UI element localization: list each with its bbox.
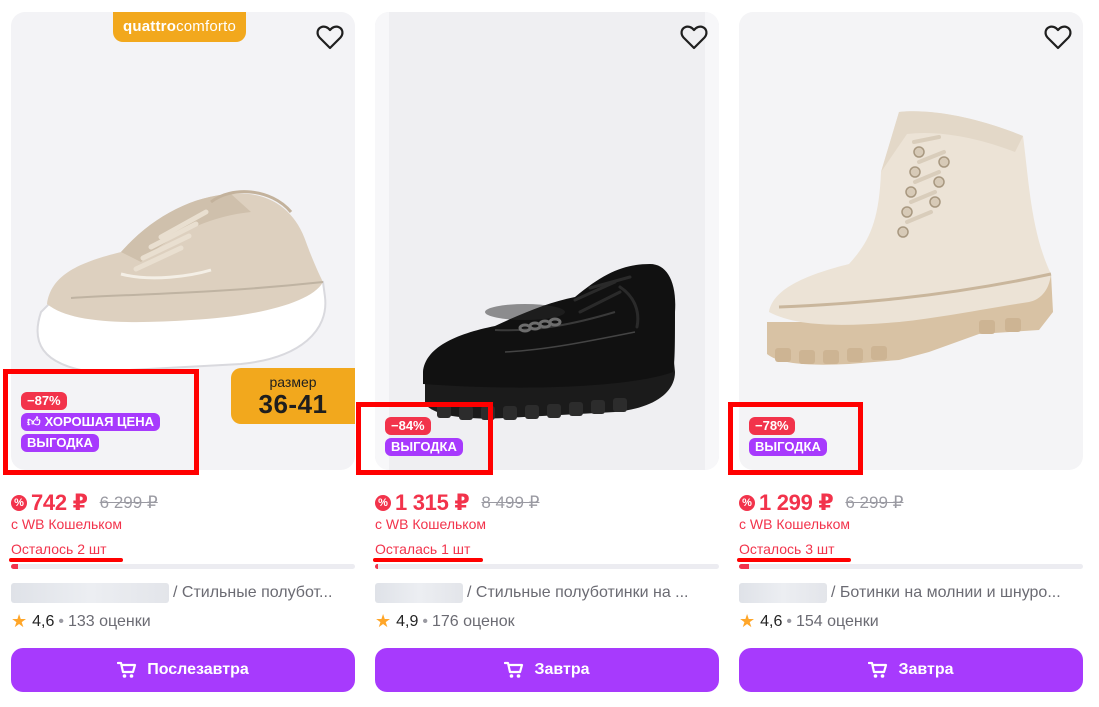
current-price: 1 315 ₽ (395, 490, 470, 515)
delivery-label: Послезавтра (147, 661, 249, 678)
annotation-underline (737, 558, 851, 562)
product-name: / Стильные полуботинки на ... (467, 584, 689, 601)
wallet-discount-icon: % (375, 495, 391, 511)
rating-value: 4,6 (760, 612, 783, 630)
current-price: 1 299 ₽ (759, 490, 834, 515)
favorite-heart-icon[interactable] (1043, 22, 1073, 52)
annotation-box (356, 402, 493, 475)
rating-value: 4,9 (396, 612, 419, 630)
stock-bar-fill (11, 564, 18, 569)
stock-note: Осталось 2 шт (11, 541, 107, 557)
product-name: / Ботинки на молнии и шнуро... (831, 584, 1061, 601)
rating-row: ★ 4,9 • 176 оценок (375, 611, 515, 632)
reviews-count: 176 оценок (432, 612, 515, 630)
stock-note: Осталась 1 шт (375, 541, 471, 557)
wallet-note: с WB Кошельком (11, 516, 122, 532)
stock-bar (739, 564, 1083, 569)
size-badge-range: 36-41 (258, 389, 328, 419)
product-name: / Стильные полубот... (173, 584, 333, 601)
cart-icon (868, 661, 888, 678)
old-price: 6 299 ₽ (845, 493, 904, 512)
old-price: 6 299 ₽ (99, 493, 158, 512)
product-title[interactable]: / Стильные полубот... (11, 582, 355, 604)
reviews-count: 133 оценки (68, 612, 151, 630)
add-to-cart-button[interactable]: Завтра (739, 648, 1083, 692)
cart-icon (504, 661, 524, 678)
product-title[interactable]: / Ботинки на молнии и шнуро... (739, 582, 1083, 604)
annotation-box (728, 402, 863, 475)
wallet-discount-icon: % (11, 495, 27, 511)
size-badge-label: размер (269, 374, 317, 390)
brand-name-blurred (375, 583, 463, 603)
brand-name-blurred (11, 583, 169, 603)
favorite-heart-icon[interactable] (315, 22, 345, 52)
wallet-discount-icon: % (739, 495, 755, 511)
old-price: 8 499 ₽ (481, 493, 540, 512)
delivery-label: Завтра (534, 661, 590, 678)
delivery-label: Завтра (898, 661, 954, 678)
wallet-note: с WB Кошельком (375, 516, 486, 532)
add-to-cart-button[interactable]: Послезавтра (11, 648, 355, 692)
star-icon: ★ (11, 611, 28, 631)
separator-dot: • (58, 612, 64, 630)
stock-bar-fill (739, 564, 750, 569)
product-title[interactable]: / Стильные полуботинки на ... (375, 582, 719, 604)
annotation-box (3, 369, 199, 475)
product-card[interactable]: quattrocomforto размер 36-41 −87% 👍︎ ХОРО… (3, 12, 355, 702)
brand-name-blurred (739, 583, 827, 603)
rating-row: ★ 4,6 • 133 оценки (11, 611, 151, 632)
reviews-count: 154 оценки (796, 612, 879, 630)
favorite-heart-icon[interactable] (679, 22, 709, 52)
price-row: % 1 299 ₽ 6 299 ₽ (739, 490, 903, 516)
stock-note: Осталось 3 шт (739, 541, 835, 557)
separator-dot: • (786, 612, 792, 630)
annotation-underline (9, 558, 123, 562)
star-icon: ★ (739, 611, 756, 631)
product-card[interactable]: −84% ВЫГОДКА % 1 315 ₽ 8 499 ₽ с WB Коше… (356, 12, 719, 702)
product-card[interactable]: −78% ВЫГОДКА % 1 299 ₽ 6 299 ₽ с WB Коше… (728, 12, 1083, 702)
size-badge: размер 36-41 (231, 368, 355, 424)
rating-row: ★ 4,6 • 154 оценки (739, 611, 879, 632)
annotation-underline (373, 558, 483, 562)
cart-icon (117, 661, 137, 678)
rating-value: 4,6 (32, 612, 55, 630)
current-price: 742 ₽ (31, 490, 88, 515)
stock-bar (375, 564, 719, 569)
stock-bar-fill (375, 564, 379, 569)
price-row: % 742 ₽ 6 299 ₽ (11, 490, 158, 516)
stock-bar (11, 564, 355, 569)
product-grid: quattrocomforto размер 36-41 −87% 👍︎ ХОРО… (0, 0, 1099, 707)
add-to-cart-button[interactable]: Завтра (375, 648, 719, 692)
brand-logo: quattrocomforto (113, 12, 247, 42)
price-row: % 1 315 ₽ 8 499 ₽ (375, 490, 539, 516)
star-icon: ★ (375, 611, 392, 631)
wallet-note: с WB Кошельком (739, 516, 850, 532)
separator-dot: • (422, 612, 428, 630)
